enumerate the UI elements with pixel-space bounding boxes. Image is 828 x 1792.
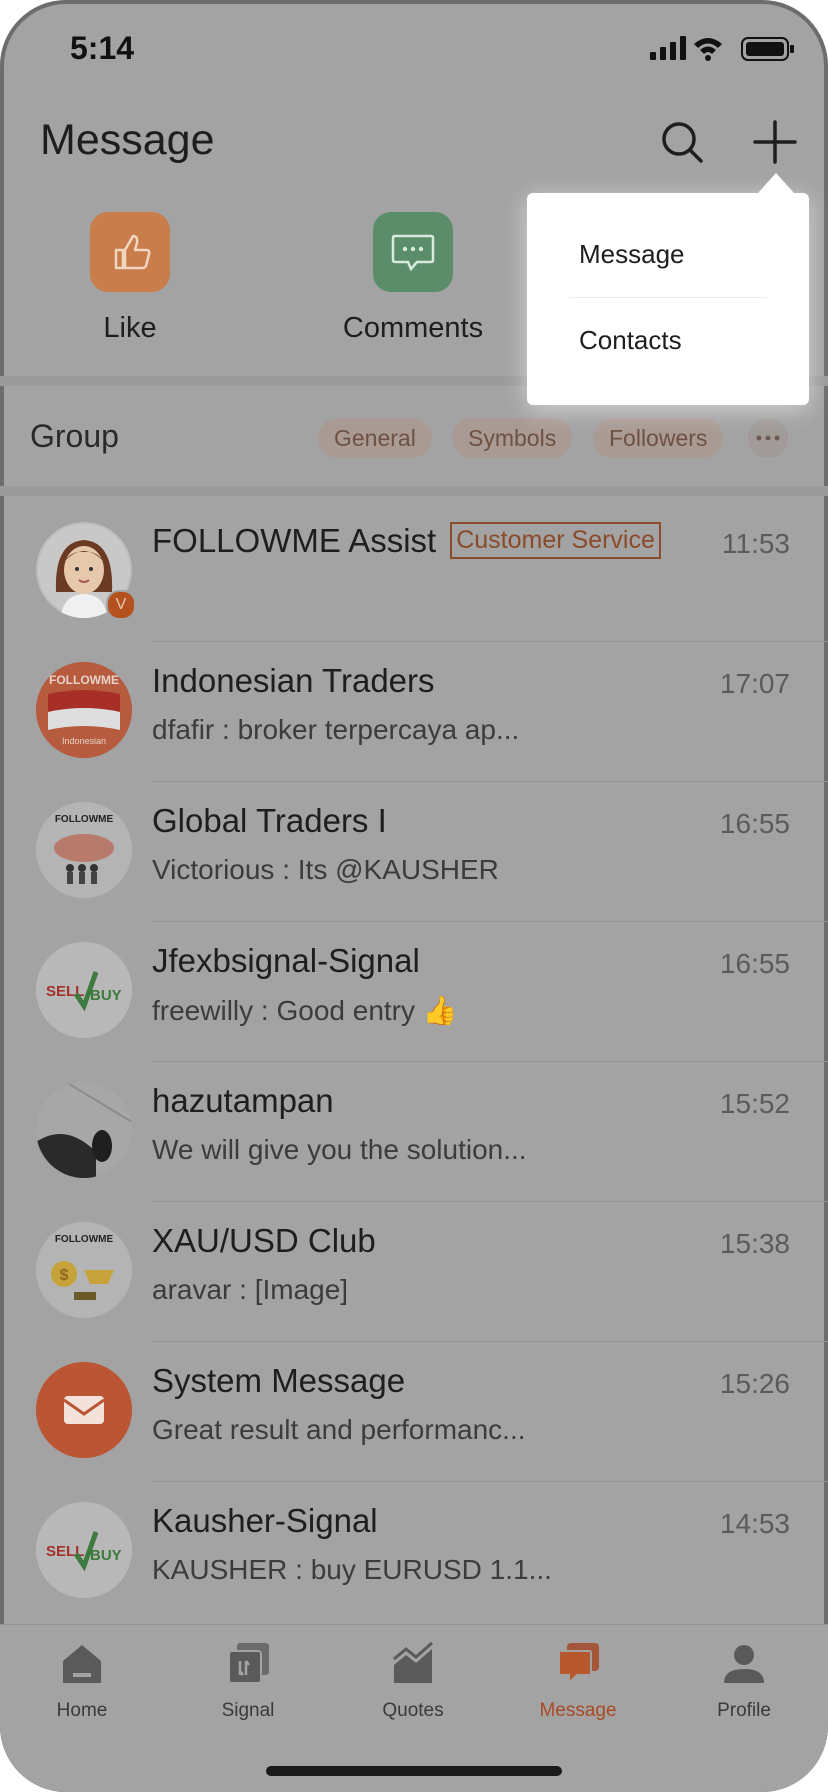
chip-general[interactable]: General xyxy=(318,418,432,458)
chip-followers[interactable]: Followers xyxy=(593,418,724,458)
page-title: Message xyxy=(40,116,215,164)
tab-profile[interactable]: Profile xyxy=(684,1641,804,1722)
avatar xyxy=(36,1362,132,1458)
conversation-row[interactable]: FOLLOWME Indonesian Indonesian Traders d… xyxy=(0,642,828,782)
conversation-time: 14:53 xyxy=(719,1508,790,1539)
ellipsis-icon xyxy=(756,435,780,441)
group-title: Group xyxy=(30,418,119,454)
avatar-logo-text: FOLLOWME xyxy=(55,1234,114,1245)
conversation-preview: dfafir : broker terpercaya ap... xyxy=(152,714,520,745)
home-icon xyxy=(63,1645,101,1683)
add-button[interactable] xyxy=(745,112,805,172)
section-divider xyxy=(0,486,828,496)
conversation-row[interactable]: FOLLOWME $ XAU/USD Club aravar : [Image]… xyxy=(0,1202,828,1342)
message-icon xyxy=(558,1643,599,1686)
chip-symbols[interactable]: Symbols xyxy=(452,418,573,458)
avatar: SELL BUY xyxy=(36,942,132,1038)
tab-quotes-label: Quotes xyxy=(382,1700,444,1721)
tab-home-label: Home xyxy=(56,1700,108,1721)
conversation-time: 16:55 xyxy=(719,948,790,979)
conversation-row[interactable]: SELL BUY Jfexbsignal-Signal freewilly : … xyxy=(0,922,828,1062)
conversation-name: Indonesian Traders xyxy=(152,662,435,699)
tab-signal[interactable]: Signal xyxy=(188,1641,308,1722)
verified-badge-icon: V xyxy=(106,590,136,620)
avatar: FOLLOWME xyxy=(36,802,132,898)
quotes-icon xyxy=(393,1641,433,1683)
plus-icon xyxy=(753,120,797,164)
avatar-sub-text: Indonesian xyxy=(62,736,106,746)
customer-service-badge: Customer Service xyxy=(450,521,661,559)
tab-message[interactable]: Message xyxy=(518,1641,638,1722)
conversation-preview: Victorious : Its @KAUSHER xyxy=(152,854,499,885)
quick-like-label: Like xyxy=(103,312,157,344)
popup-arrow xyxy=(758,173,794,193)
like-icon xyxy=(90,212,170,292)
status-indicators-icon xyxy=(650,36,794,61)
status-bar: 5:14 xyxy=(0,0,828,100)
conversation-name: hazutampan xyxy=(152,1082,334,1119)
signal-icon xyxy=(228,1643,269,1684)
search-button[interactable] xyxy=(652,112,712,172)
quick-like[interactable]: Like xyxy=(30,212,230,345)
avatar: FOLLOWME $ xyxy=(36,1222,132,1318)
conversation-time: 15:26 xyxy=(719,1368,790,1399)
avatar: SELL BUY xyxy=(36,1502,132,1598)
conversation-preview: freewilly : Good entry 👍 xyxy=(152,995,458,1026)
conversation-time: 16:55 xyxy=(719,808,790,839)
conversation-time: 15:38 xyxy=(719,1228,790,1259)
svg-text:$: $ xyxy=(60,1267,69,1284)
conversation-name: System Message xyxy=(152,1362,406,1399)
menu-item-message[interactable]: Message xyxy=(579,239,685,270)
profile-icon xyxy=(724,1645,764,1683)
conversation-name: FOLLOWME Assist Customer Service xyxy=(152,521,661,562)
avatar: FOLLOWME Indonesian xyxy=(36,662,132,758)
tab-signal-label: Signal xyxy=(221,1700,275,1721)
tab-message-label: Message xyxy=(539,1700,617,1721)
avatar-logo-text: FOLLOWME xyxy=(55,814,114,825)
conversation-name-text: FOLLOWME Assist xyxy=(152,522,437,559)
conversation-row[interactable]: V FOLLOWME Assist Customer Service 11:53 xyxy=(0,502,828,642)
home-indicator xyxy=(266,1766,562,1776)
conversation-name: Global Traders I xyxy=(152,802,387,839)
conversation-row[interactable]: FOLLOWME Global Traders I Victorious : I… xyxy=(0,782,828,922)
conversation-time: 15:52 xyxy=(719,1088,790,1119)
conversation-row[interactable]: SELL BUY Kausher-Signal KAUSHER : buy EU… xyxy=(0,1482,828,1622)
avatar-buy-text: BUY xyxy=(90,1547,122,1564)
add-menu-popup: Message Contacts xyxy=(527,193,809,405)
conversation-row[interactable]: System Message Great result and performa… xyxy=(0,1342,828,1482)
avatar-buy-text: BUY xyxy=(90,987,122,1004)
tab-quotes[interactable]: Quotes xyxy=(353,1641,473,1722)
comment-icon xyxy=(373,212,453,292)
conversation-preview: We will give you the solution... xyxy=(152,1134,527,1165)
conversation-preview: KAUSHER : buy EURUSD 1.1... xyxy=(152,1554,552,1585)
conversation-name: XAU/USD Club xyxy=(152,1222,376,1259)
mail-icon xyxy=(36,1362,132,1458)
quick-comments-label: Comments xyxy=(342,312,484,344)
phone-screen: 5:14 Message Like Comments Group General… xyxy=(0,0,828,1792)
avatar-logo-text: FOLLOWME xyxy=(49,673,119,687)
conversation-preview: aravar : [Image] xyxy=(152,1274,349,1305)
quick-comments[interactable]: Comments xyxy=(313,212,513,345)
conversation-name: Jfexbsignal-Signal xyxy=(152,942,420,979)
tab-home[interactable]: Home xyxy=(22,1641,142,1722)
more-groups-button[interactable] xyxy=(748,418,788,458)
tab-profile-label: Profile xyxy=(717,1700,771,1721)
avatar xyxy=(36,1082,132,1178)
menu-item-contacts[interactable]: Contacts xyxy=(579,325,682,356)
conversation-time: 11:53 xyxy=(722,528,790,559)
conversation-time: 17:07 xyxy=(719,668,790,699)
menu-divider xyxy=(569,297,767,298)
search-icon xyxy=(662,122,703,163)
status-time: 5:14 xyxy=(70,30,135,66)
conversation-name: Kausher-Signal xyxy=(152,1502,378,1539)
conversation-row[interactable]: hazutampan We will give you the solution… xyxy=(0,1062,828,1202)
conversation-preview: Great result and performanc... xyxy=(152,1414,526,1445)
